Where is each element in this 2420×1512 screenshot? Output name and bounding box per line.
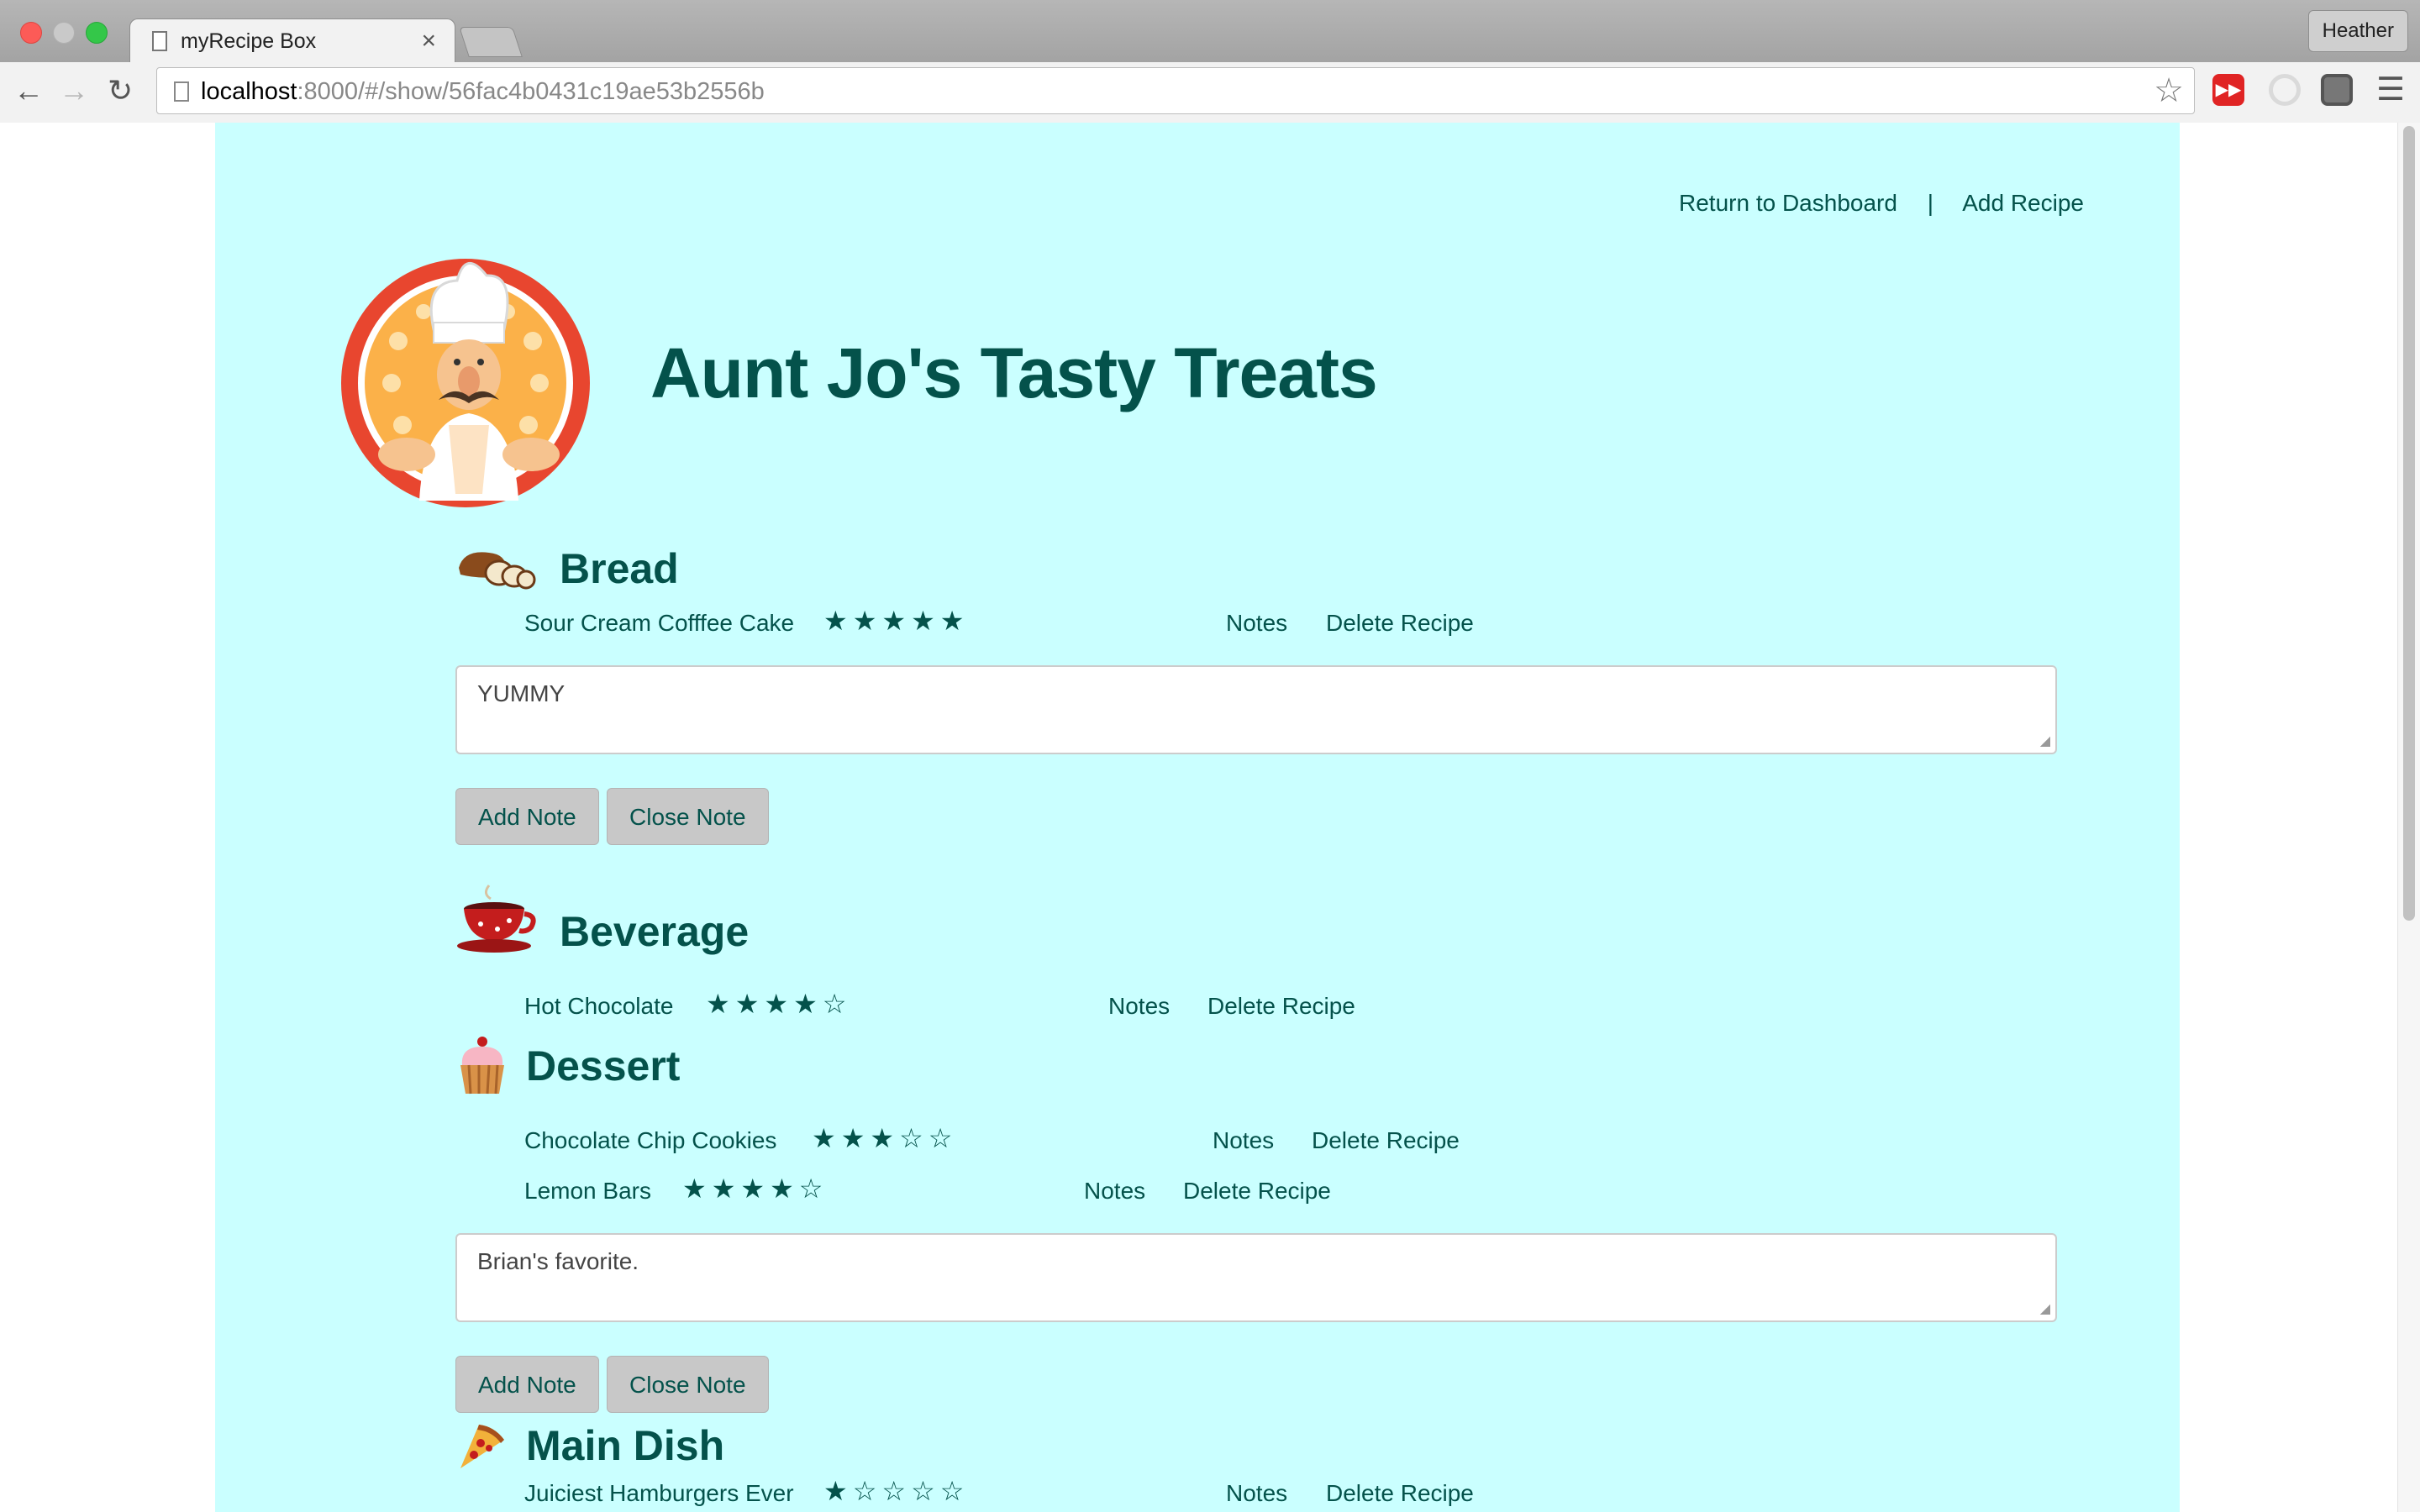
reload-icon[interactable]: ↻ xyxy=(108,74,133,108)
profile-button[interactable]: Heather xyxy=(2307,10,2408,52)
notes-link[interactable]: Notes xyxy=(1108,993,1170,1020)
return-to-dashboard-link[interactable]: Return to Dashboard xyxy=(1679,190,1897,216)
category-name: Beverage xyxy=(560,908,750,955)
page-icon xyxy=(174,81,189,102)
note-buttons: Add Note Close Note xyxy=(455,1356,2086,1415)
nav-separator: | xyxy=(1927,190,1933,216)
close-note-button[interactable]: Close Note xyxy=(607,788,769,845)
bread-icon xyxy=(459,552,536,590)
resize-handle-icon[interactable]: ◢ xyxy=(2040,1300,2050,1317)
delete-recipe-link[interactable]: Delete Recipe xyxy=(1183,1178,1331,1205)
window-minimize-button[interactable] xyxy=(53,22,75,44)
category-header: Bread xyxy=(455,543,2086,593)
url-text[interactable]: localhost:8000/#/show/56fac4b0431c19ae53… xyxy=(201,78,765,106)
sync-icon[interactable] xyxy=(2269,74,2301,106)
note-textarea[interactable]: Brian's favorite. ◢ xyxy=(455,1233,2057,1322)
tab-close-icon[interactable]: × xyxy=(421,27,436,55)
delete-recipe-link[interactable]: Delete Recipe xyxy=(1207,993,1355,1020)
add-recipe-link[interactable]: Add Recipe xyxy=(1962,190,2084,216)
category-name: Main Dish xyxy=(526,1422,725,1469)
recipe-name-link[interactable]: Juiciest Hamburgers Ever xyxy=(524,1480,794,1507)
page-icon xyxy=(152,31,167,51)
pizza-icon xyxy=(460,1425,504,1468)
shield-extension-icon[interactable] xyxy=(2321,74,2353,106)
forward-icon[interactable]: → xyxy=(59,74,89,108)
recipe-name-link[interactable]: Hot Chocolate xyxy=(524,993,673,1020)
star-rating[interactable]: ★★★★☆ xyxy=(682,1173,828,1205)
notes-link[interactable]: Notes xyxy=(1213,1127,1274,1154)
browser-tab[interactable]: myRecipe Box × xyxy=(129,18,455,64)
add-note-button[interactable]: Add Note xyxy=(455,788,599,845)
delete-recipe-link[interactable]: Delete Recipe xyxy=(1326,610,1474,637)
add-note-button[interactable]: Add Note xyxy=(455,1356,599,1413)
recipe-name-link[interactable]: Chocolate Chip Cookies xyxy=(524,1127,776,1154)
scrollbar[interactable] xyxy=(2397,123,2420,1512)
recipe-row: Hot Chocolate ★★★★☆ Notes Delete Recipe xyxy=(455,984,2086,1035)
star-rating[interactable]: ★★★★☆ xyxy=(706,988,851,1020)
scrollbar-thumb[interactable] xyxy=(2403,126,2415,921)
star-rating[interactable]: ★★★★★ xyxy=(823,605,969,637)
window-close-button[interactable] xyxy=(20,22,42,44)
recipe-row: Lemon Bars ★★★★☆ Notes Delete Recipe xyxy=(455,1169,2086,1220)
youtube-extension-icon[interactable]: ▶▶ xyxy=(2212,74,2244,106)
back-icon[interactable]: ← xyxy=(13,74,44,108)
category-bread: Bread Sour Cream Cofffee Cake ★★★★★ Note… xyxy=(455,543,2086,847)
menu-icon[interactable]: ☰ xyxy=(2376,71,2405,108)
category-main-dish: Main Dish Juiciest Hamburgers Ever ★☆☆☆☆… xyxy=(455,1418,2086,1512)
url-host: localhost xyxy=(201,78,297,105)
category-header: Main Dish xyxy=(455,1418,2086,1469)
resize-handle-icon[interactable]: ◢ xyxy=(2040,732,2050,749)
cupcake-icon xyxy=(460,1037,504,1095)
new-tab-button[interactable] xyxy=(459,27,523,57)
teacup-icon xyxy=(457,885,536,953)
category-beverage: Beverage Hot Chocolate ★★★★☆ Notes Delet… xyxy=(455,884,2086,1035)
star-rating[interactable]: ★☆☆☆☆ xyxy=(823,1475,969,1507)
browser-toolbar: ← → ↻ localhost:8000/#/show/56fac4b0431c… xyxy=(0,62,2420,123)
url-path: :8000/#/show/56fac4b0431c19ae53b2556b xyxy=(297,78,765,105)
category-header: Dessert xyxy=(455,1035,2086,1095)
note-textarea[interactable]: YUMMY ◢ xyxy=(455,665,2057,754)
delete-recipe-link[interactable]: Delete Recipe xyxy=(1326,1480,1474,1507)
top-nav: Return to Dashboard | Add Recipe xyxy=(1679,190,2084,217)
star-rating[interactable]: ★★★☆☆ xyxy=(812,1122,957,1154)
close-note-button[interactable]: Close Note xyxy=(607,1356,769,1413)
notes-link[interactable]: Notes xyxy=(1226,1480,1287,1507)
note-text: Brian's favorite. xyxy=(477,1248,639,1274)
window-maximize-button[interactable] xyxy=(86,22,108,44)
category-name: Dessert xyxy=(526,1042,681,1089)
note-text: YUMMY xyxy=(477,680,566,706)
category-header: Beverage xyxy=(455,884,2086,955)
category-name: Bread xyxy=(560,545,679,592)
notes-link[interactable]: Notes xyxy=(1084,1178,1145,1205)
recipe-name-link[interactable]: Lemon Bars xyxy=(524,1178,651,1205)
recipe-page: Return to Dashboard | Add Recipe Aunt Jo… xyxy=(215,123,2180,1512)
category-dessert: Dessert Chocolate Chip Cookies ★★★☆☆ Not… xyxy=(455,1035,2086,1415)
tab-title: myRecipe Box xyxy=(181,29,317,53)
chef-logo xyxy=(341,259,590,507)
recipe-row: Sour Cream Cofffee Cake ★★★★★ Notes Dele… xyxy=(455,601,2086,652)
star-icon[interactable]: ☆ xyxy=(2154,71,2184,110)
note-buttons: Add Note Close Note xyxy=(455,788,2086,847)
recipe-row: Juiciest Hamburgers Ever ★☆☆☆☆ Notes Del… xyxy=(455,1472,2086,1512)
recipe-name-link[interactable]: Sour Cream Cofffee Cake xyxy=(524,610,794,637)
delete-recipe-link[interactable]: Delete Recipe xyxy=(1312,1127,1460,1154)
recipe-row: Chocolate Chip Cookies ★★★☆☆ Notes Delet… xyxy=(455,1119,2086,1169)
notes-link[interactable]: Notes xyxy=(1226,610,1287,637)
page-viewport: Return to Dashboard | Add Recipe Aunt Jo… xyxy=(0,123,2420,1512)
tab-strip: myRecipe Box × Heather xyxy=(0,0,2420,64)
page-title: Aunt Jo's Tasty Treats xyxy=(650,333,1378,412)
address-bar[interactable]: localhost:8000/#/show/56fac4b0431c19ae53… xyxy=(156,67,2195,114)
